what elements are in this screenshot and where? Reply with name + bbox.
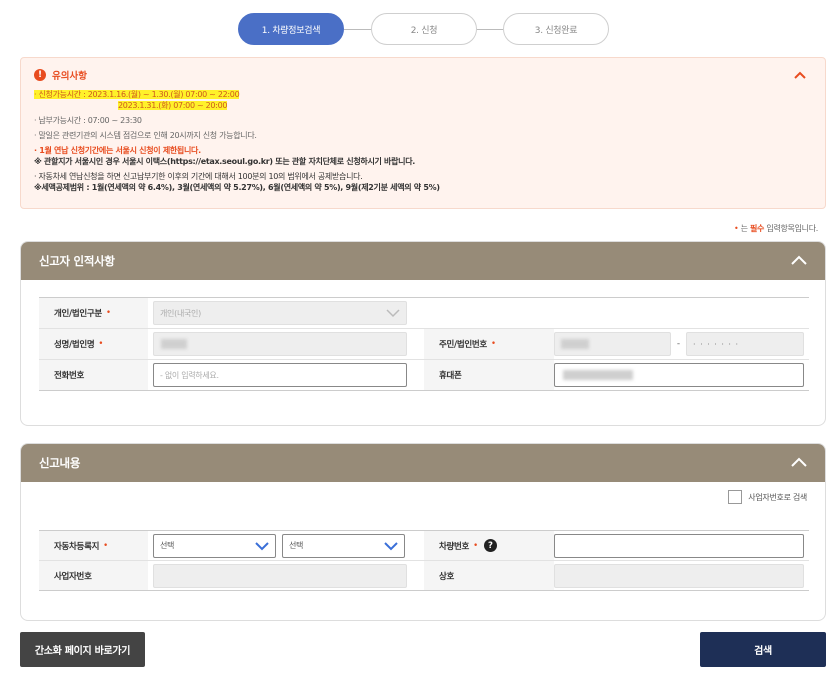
notice-pay-time: · 납부가능시간 : 07:00 ~ 23:30: [34, 116, 142, 125]
notice-deduction-range: ※세액공제범위 : 1월(연세액의 약 6.4%), 3월(연세액의 약 5.2…: [34, 183, 440, 192]
report-content-header[interactable]: 신고내용: [21, 444, 825, 482]
notice-apply-time: · 신청가능시간 : 2023.1.16.(월) ~ 1.30.(월) 07:0…: [34, 90, 240, 99]
reporter-info-header[interactable]: 신고자 인적사항: [21, 242, 825, 280]
biz-search-checkbox[interactable]: [728, 490, 743, 504]
progress-stepper: 1. 차량정보검색 2. 신청 3. 신청완료: [0, 13, 836, 45]
reporter-form: 개인/법인구분 • 개인(내국인) 성명/법인명 • 주민/법인번호 • - ·…: [39, 297, 809, 391]
type-label: 개인/법인구분 •: [39, 298, 148, 328]
notice-header: ! 유의사항: [34, 68, 812, 82]
car-number-label: 차량번호 •?: [424, 531, 554, 560]
region-city-select[interactable]: 선택: [282, 533, 405, 558]
name-label: 성명/법인명 •: [39, 329, 148, 359]
phone-label: 전화번호: [39, 360, 148, 390]
reporter-info-panel: 신고자 인적사항 개인/법인구분 • 개인(내국인) 성명/법인명 • 주민/법인번…: [20, 241, 826, 426]
biz-number-field[interactable]: [153, 563, 407, 588]
redacted-value: [161, 339, 187, 349]
region-province-select[interactable]: 선택: [153, 533, 276, 558]
panel-title: 신고내용: [39, 456, 81, 470]
required-note: • 는 필수 입력항목입니다.: [734, 224, 818, 233]
notice-seoul-restriction: · 1월 연납 신청기간에는 서울시 신청이 제한됩니다.: [34, 146, 201, 155]
id-number-label: 주민/법인번호 •: [424, 329, 554, 359]
id-number-back-field[interactable]: · · · · · · ·: [686, 332, 804, 356]
simplified-page-button[interactable]: 간소화 페이지 바로가기: [20, 632, 145, 667]
step-1-vehicle-search: 1. 차량정보검색: [238, 13, 344, 45]
person-type-select[interactable]: 개인(내국인): [153, 301, 407, 325]
chevron-up-icon[interactable]: [791, 254, 807, 266]
notice-title: 유의사항: [52, 70, 87, 82]
alert-icon: !: [34, 68, 46, 81]
biz-search-label: 사업자번호로 검색: [748, 492, 807, 502]
form-row: 자동차등록지 • 선택 선택 차량번호 •?: [39, 531, 809, 561]
chevron-down-icon: [386, 309, 400, 318]
region-label: 자동차등록지 •: [39, 531, 148, 560]
search-button[interactable]: 검색: [700, 632, 826, 667]
form-row: 사업자번호 상호: [39, 561, 809, 591]
chevron-down-icon: [255, 541, 269, 550]
notice-apply-time-last: 2023.1.31.(화) 07:00 ~ 20:00: [118, 101, 228, 110]
company-label: 상호: [424, 561, 554, 590]
notice-seoul-etax: ※ 관할지가 서울시인 경우 서울시 이택스(https://etax.seou…: [34, 157, 416, 166]
report-content-panel: 신고내용 사업자번호로 검색 자동차등록지 • 선택 선택 차량번호 •? 사업…: [20, 443, 826, 621]
notice-box: ! 유의사항 · 신청가능시간 : 2023.1.16.(월) ~ 1.30.(…: [20, 57, 826, 209]
form-row: 성명/법인명 • 주민/법인번호 • - · · · · · · ·: [39, 329, 809, 360]
mobile-label: 휴대폰: [424, 360, 554, 390]
step-connector: [344, 29, 372, 30]
chevron-down-icon: [384, 541, 398, 550]
chevron-up-icon[interactable]: [791, 456, 807, 468]
form-row: 전화번호 - 없이 입력하세요. 휴대폰: [39, 360, 809, 391]
report-form: 자동차등록지 • 선택 선택 차량번호 •? 사업자번호 상호: [39, 530, 809, 591]
biz-number-label: 사업자번호: [39, 561, 148, 590]
mobile-input[interactable]: [554, 363, 804, 387]
phone-input[interactable]: - 없이 입력하세요.: [153, 363, 407, 387]
notice-last-day: · 말일은 관련기관의 시스템 점검으로 인해 20시까지 신청 가능합니다.: [34, 131, 257, 140]
car-number-input[interactable]: [554, 533, 804, 558]
chevron-up-icon[interactable]: [793, 68, 807, 82]
step-3-complete: 3. 신청완료: [503, 13, 609, 45]
notice-deduction: · 자동차세 연납신청을 하면 신고납부기한 이후의 기간에 대해서 100분의…: [34, 172, 363, 181]
redacted-value: [561, 339, 589, 349]
redacted-value: [563, 370, 633, 380]
form-row: 개인/법인구분 • 개인(내국인): [39, 298, 809, 329]
step-2-apply: 2. 신청: [371, 13, 477, 45]
id-number-front-field[interactable]: [554, 332, 671, 356]
name-field[interactable]: [153, 332, 407, 356]
biz-search-checkbox-row[interactable]: 사업자번호로 검색: [728, 490, 807, 504]
help-icon[interactable]: ?: [483, 539, 497, 552]
company-field[interactable]: [554, 563, 804, 588]
id-dash: -: [676, 339, 681, 349]
panel-title: 신고자 인적사항: [39, 254, 115, 268]
step-connector: [477, 29, 503, 30]
